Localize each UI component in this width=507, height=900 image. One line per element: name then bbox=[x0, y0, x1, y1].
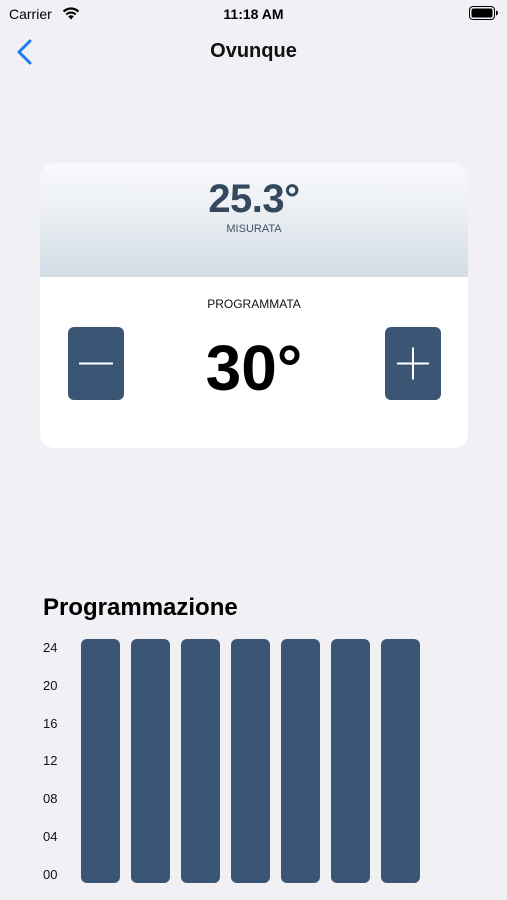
battery-icon bbox=[469, 6, 498, 20]
schedule-title: Programmazione bbox=[43, 594, 238, 621]
day-schedule-bar-2[interactable] bbox=[131, 639, 170, 883]
measured-section: 25.3° MISURATA bbox=[40, 163, 468, 277]
y-tick-label: 12 bbox=[43, 753, 58, 768]
y-tick-label: 04 bbox=[43, 829, 58, 844]
day-schedule-bar-4[interactable] bbox=[231, 639, 270, 883]
page-title: Ovunque bbox=[210, 40, 297, 62]
status-time: 11:18 AM bbox=[223, 6, 284, 22]
day-schedule-bar-7[interactable] bbox=[381, 639, 420, 883]
plus-icon bbox=[397, 347, 429, 380]
measured-temperature: 25.3° bbox=[208, 177, 300, 221]
status-bar: Carrier 11:18 AM bbox=[0, 0, 507, 28]
increase-temperature-button[interactable] bbox=[385, 327, 441, 400]
day-schedule-bar-3[interactable] bbox=[181, 639, 220, 883]
day-schedule-bar-1[interactable] bbox=[81, 639, 120, 883]
day-schedule-bar-6[interactable] bbox=[331, 639, 370, 883]
y-tick-label: 16 bbox=[43, 716, 58, 731]
y-tick-label: 20 bbox=[43, 678, 58, 693]
programmed-label: PROGRAMMATA bbox=[207, 297, 301, 311]
day-schedule-bar-5[interactable] bbox=[281, 639, 320, 883]
y-tick-label: 24 bbox=[43, 640, 58, 655]
y-tick-label: 00 bbox=[43, 867, 58, 882]
y-tick-label: 08 bbox=[43, 791, 58, 806]
measured-label: MISURATA bbox=[226, 223, 282, 235]
thermostat-card: 25.3° MISURATA PROGRAMMATA 30° bbox=[40, 163, 468, 448]
